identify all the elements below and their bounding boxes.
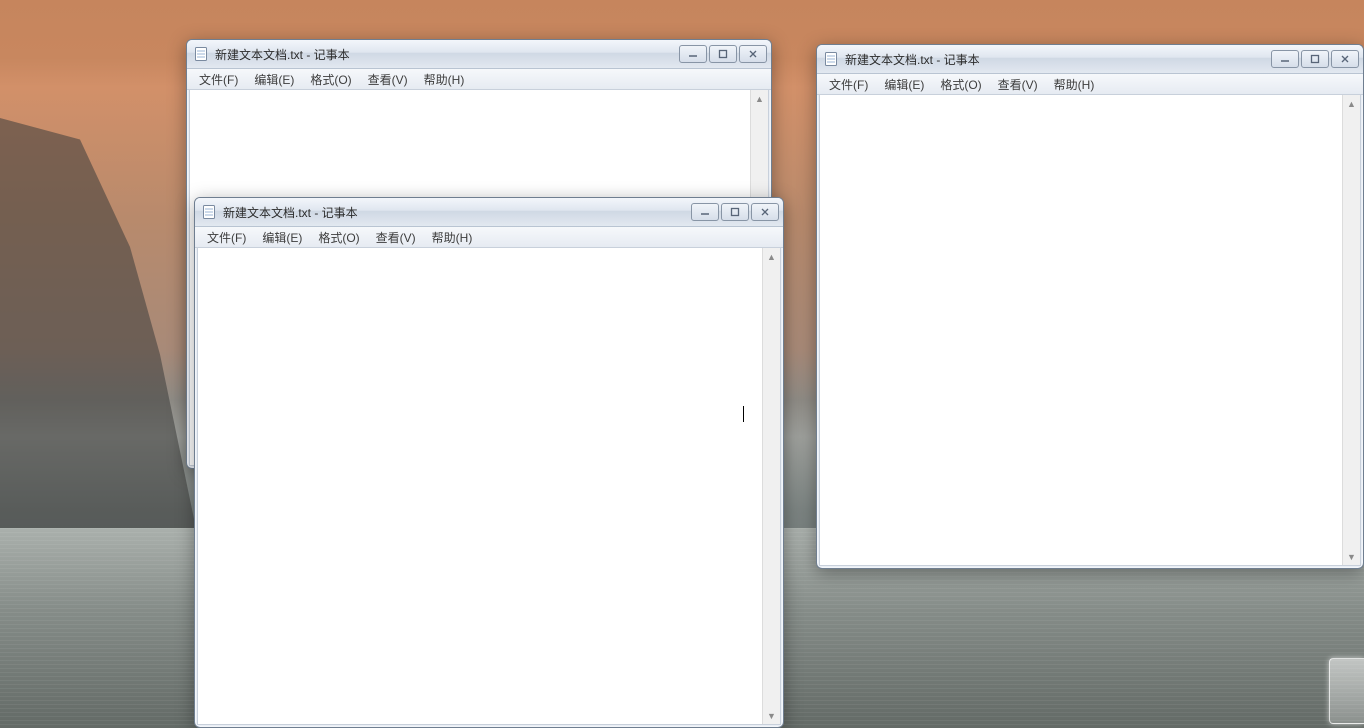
client-area: ▲ ▼ [197, 248, 781, 725]
client-area: ▲ ▼ [819, 95, 1361, 566]
minimize-button[interactable] [679, 45, 707, 63]
notepad-icon [201, 204, 217, 220]
menu-file[interactable]: 文件(F) [821, 75, 876, 94]
menu-format[interactable]: 格式(O) [310, 228, 367, 247]
menubar: 文件(F) 编辑(E) 格式(O) 查看(V) 帮助(H) [187, 69, 771, 90]
minimize-button[interactable] [1271, 50, 1299, 68]
scroll-down-icon[interactable]: ▼ [764, 708, 779, 723]
wallpaper-mountain-left [0, 118, 200, 548]
window-controls [689, 203, 779, 221]
menubar: 文件(F) 编辑(E) 格式(O) 查看(V) 帮助(H) [195, 227, 783, 248]
window-title: 新建文本文档.txt - 记事本 [215, 46, 677, 63]
scroll-down-icon[interactable]: ▼ [1344, 549, 1359, 564]
menu-view[interactable]: 查看(V) [990, 75, 1046, 94]
notepad-icon [823, 51, 839, 67]
window-title: 新建文本文档.txt - 记事本 [223, 204, 689, 221]
window-controls [1269, 50, 1359, 68]
menu-format[interactable]: 格式(O) [302, 70, 359, 89]
titlebar[interactable]: 新建文本文档.txt - 记事本 [817, 45, 1363, 74]
menu-format[interactable]: 格式(O) [932, 75, 989, 94]
aero-snap-preview [1329, 658, 1364, 724]
maximize-button[interactable] [721, 203, 749, 221]
menu-help[interactable]: 帮助(H) [416, 70, 473, 89]
text-area[interactable] [820, 95, 1342, 565]
menu-view[interactable]: 查看(V) [360, 70, 416, 89]
menu-help[interactable]: 帮助(H) [424, 228, 481, 247]
menu-edit[interactable]: 编辑(E) [254, 228, 310, 247]
titlebar[interactable]: 新建文本文档.txt - 记事本 [187, 40, 771, 69]
menu-edit[interactable]: 编辑(E) [876, 75, 932, 94]
text-caret-icon [743, 406, 744, 422]
menu-help[interactable]: 帮助(H) [1046, 75, 1103, 94]
text-area[interactable] [198, 248, 762, 724]
scroll-up-icon[interactable]: ▲ [1344, 96, 1359, 111]
menubar: 文件(F) 编辑(E) 格式(O) 查看(V) 帮助(H) [817, 74, 1363, 95]
menu-edit[interactable]: 编辑(E) [246, 70, 302, 89]
vertical-scrollbar[interactable]: ▲ ▼ [762, 248, 780, 724]
notepad-window-right[interactable]: 新建文本文档.txt - 记事本 文件(F) 编辑(E) 格式(O) [816, 44, 1364, 569]
menu-file[interactable]: 文件(F) [191, 70, 246, 89]
scroll-up-icon[interactable]: ▲ [764, 249, 779, 264]
menu-file[interactable]: 文件(F) [199, 228, 254, 247]
close-button[interactable] [739, 45, 767, 63]
maximize-button[interactable] [1301, 50, 1329, 68]
minimize-button[interactable] [691, 203, 719, 221]
notepad-window-front[interactable]: 新建文本文档.txt - 记事本 文件(F) 编辑(E) 格式(O) [194, 197, 784, 728]
scroll-up-icon[interactable]: ▲ [752, 91, 767, 106]
close-button[interactable] [1331, 50, 1359, 68]
close-button[interactable] [751, 203, 779, 221]
vertical-scrollbar[interactable]: ▲ ▼ [1342, 95, 1360, 565]
window-title: 新建文本文档.txt - 记事本 [845, 51, 1269, 68]
maximize-button[interactable] [709, 45, 737, 63]
window-controls [677, 45, 767, 63]
desktop: 新建文本文档.txt - 记事本 文件(F) 编辑(E) 格式(O) [0, 0, 1364, 728]
notepad-icon [193, 46, 209, 62]
menu-view[interactable]: 查看(V) [368, 228, 424, 247]
titlebar[interactable]: 新建文本文档.txt - 记事本 [195, 198, 783, 227]
